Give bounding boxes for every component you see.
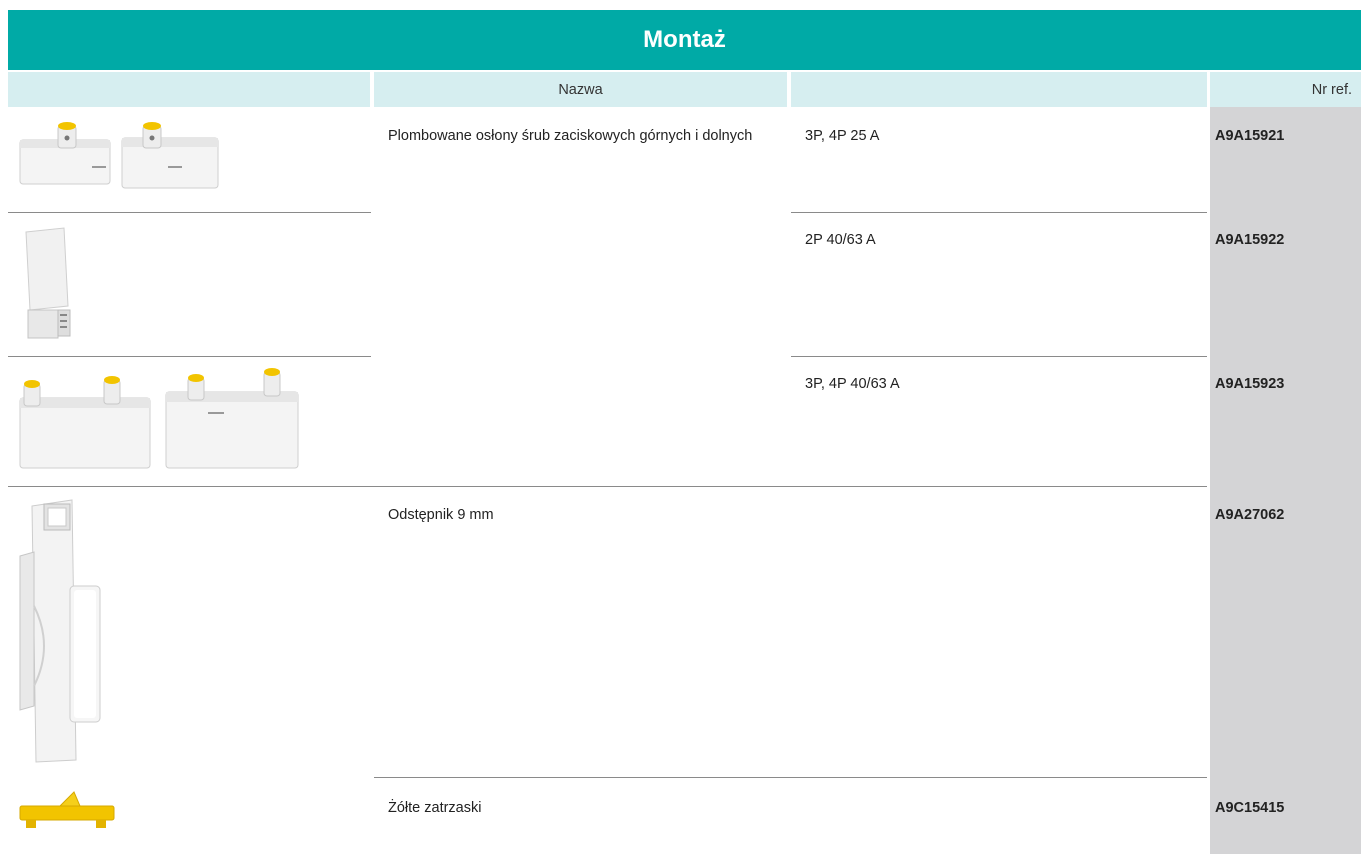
terminal-cover-side-icon: [25, 227, 71, 339]
row-ref: A9A15922: [1215, 232, 1285, 248]
header-ref-label: Nr ref.: [1311, 81, 1352, 98]
row-divider: [791, 212, 1207, 213]
header-image-column: [8, 72, 370, 107]
spacer-9mm-icon: [19, 499, 101, 763]
yellow-clip-icon: [19, 791, 115, 828]
row-ref: A9A15921: [1215, 128, 1285, 144]
row-desc: 3P, 4P 40/63 A: [805, 376, 900, 392]
header-ref-column: Nr ref.: [1210, 72, 1361, 107]
row-ref: A9A15923: [1215, 376, 1285, 392]
row-divider: [8, 356, 371, 357]
header-name-column: Nazwa: [374, 72, 787, 107]
ref-column-background: [1210, 107, 1361, 854]
row-desc: 3P, 4P 25 A: [805, 128, 880, 144]
row-desc: 2P 40/63 A: [805, 232, 876, 248]
row-ref: A9C15415: [1215, 800, 1285, 816]
row-ref: A9A27062: [1215, 507, 1285, 523]
row-divider: [374, 777, 1207, 778]
row-divider: [791, 356, 1207, 357]
row-name: Plombowane osłony śrub zaciskowych górny…: [388, 128, 753, 144]
row-divider: [8, 212, 371, 213]
page-title-text: Montaż: [643, 26, 726, 53]
terminal-cover-wide-pair-icon: [19, 368, 299, 469]
terminal-cover-pair-icon: [19, 122, 219, 189]
row-divider: [8, 486, 1207, 487]
row-name: Żółte zatrzaski: [388, 800, 482, 816]
header-name-label: Nazwa: [558, 81, 603, 98]
page-title: Montaż: [8, 10, 1361, 70]
row-name: Odstępnik 9 mm: [388, 507, 494, 523]
header-desc-column: [791, 72, 1207, 107]
